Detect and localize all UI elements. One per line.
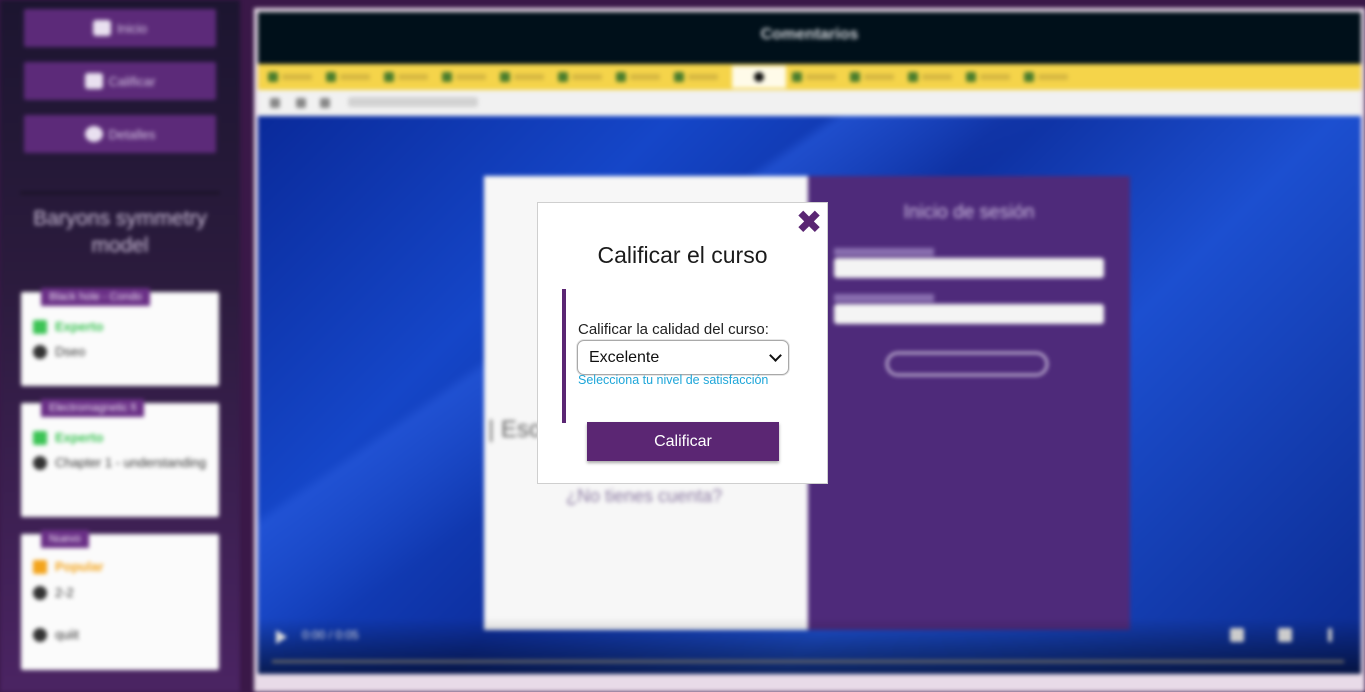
video-time: 0:00 / 0:05 — [302, 628, 359, 642]
submit-rating-button[interactable]: Calificar — [587, 422, 779, 461]
rate-quality-label: Calificar la calidad del curso: — [578, 321, 769, 338]
thumbs-up-icon — [84, 73, 103, 89]
back-icon — [270, 98, 280, 108]
browser-tab-active — [732, 66, 786, 88]
info-icon — [84, 126, 103, 142]
level-icon — [33, 560, 47, 574]
lesson-item-icon — [33, 628, 47, 642]
rate-course-modal: ✖ Calificar el curso Calificar la calida… — [537, 202, 828, 484]
lesson-item-icon — [33, 345, 47, 359]
course-title: Baryons symmetry model — [33, 207, 207, 257]
browser-tab — [850, 70, 902, 84]
sidebar-rate-button[interactable]: Calificar — [24, 62, 216, 100]
lesson-level: Experto — [33, 318, 213, 336]
login-panel-right: Inicio de sesión — [808, 176, 1130, 630]
lesson-item[interactable]: 2-2 — [33, 584, 213, 602]
lesson-item[interactable]: Chapter 1 - understanding — [33, 454, 213, 472]
lesson-card-tag: Electromagnetic fi — [41, 399, 145, 417]
browser-tab — [268, 70, 320, 84]
browser-tab — [1024, 70, 1076, 84]
modal-title: Calificar el curso — [597, 242, 768, 268]
browser-tab — [792, 70, 844, 84]
login-button — [886, 352, 1048, 376]
login-title: Inicio de sesión — [903, 202, 1035, 223]
more-options-icon[interactable] — [1328, 628, 1332, 642]
lesson-item-icon — [33, 586, 47, 600]
browser-tab — [674, 70, 726, 84]
browser-url — [348, 97, 478, 107]
lesson-item-label: Dseo — [55, 344, 86, 359]
sidebar-details-label: Detalles — [108, 126, 156, 142]
close-icon[interactable]: ✖ — [794, 206, 824, 238]
forward-icon — [296, 98, 306, 108]
modal-accent-bar — [562, 289, 566, 423]
lesson-card[interactable]: Electromagnetic fi Experto Chapter 1 - u… — [21, 399, 219, 517]
play-icon[interactable] — [276, 630, 287, 644]
reload-icon — [320, 98, 330, 108]
lesson-card-tag: Black hole - Condo — [41, 288, 150, 306]
lesson-item-label: Chapter 1 - understanding — [55, 455, 207, 470]
lesson-level: Experto — [33, 429, 213, 447]
signup-prompt: ¿No tienes cuenta? — [566, 486, 723, 506]
browser-address-bar — [258, 90, 1361, 116]
lesson-card-tag: Nuevo — [41, 530, 89, 548]
sidebar-rate-label: Calificar — [108, 73, 156, 89]
browser-tab — [616, 70, 668, 84]
level-icon — [33, 431, 47, 445]
video-progress-bar[interactable] — [272, 660, 1344, 663]
sidebar: Inicio Calificar Detalles Baryons symmet… — [0, 0, 240, 692]
browser-tab — [326, 70, 378, 84]
lesson-level: Popular — [33, 558, 213, 576]
rate-quality-select[interactable]: Excelente — [577, 340, 789, 375]
lesson-item[interactable]: Dseo — [33, 343, 213, 361]
browser-tab — [908, 70, 960, 84]
sidebar-home-label: Inicio — [116, 20, 148, 36]
lesson-card[interactable]: Black hole - Condo Experto Dseo — [21, 288, 219, 386]
lesson-item[interactable]: quiit — [33, 626, 213, 644]
chevron-down-icon — [769, 349, 782, 362]
browser-tab — [384, 70, 436, 84]
video-title: Comentarios — [760, 26, 859, 43]
home-icon — [92, 20, 111, 36]
level-icon — [33, 320, 47, 334]
login-heading: | Eso — [488, 416, 543, 443]
lesson-card[interactable]: Nuevo Popular 2-2 quiit — [21, 530, 219, 670]
lesson-level-label: Experto — [55, 430, 104, 445]
rate-quality-selected: Excelente — [589, 349, 660, 366]
lesson-item-label: 2-2 — [55, 585, 74, 600]
sidebar-divider — [20, 192, 220, 194]
rate-hint-text: Selecciona tu nivel de satisfacción — [578, 373, 769, 387]
browser-tab — [966, 70, 1018, 84]
lesson-level-label: Popular — [55, 559, 104, 574]
browser-tab — [442, 70, 494, 84]
browser-tab — [558, 70, 610, 84]
video-controls: 0:00 / 0:05 — [258, 618, 1361, 674]
fullscreen-icon[interactable] — [1278, 628, 1292, 642]
password-label — [834, 294, 934, 302]
lesson-item-icon — [33, 456, 47, 470]
browser-tab — [500, 70, 552, 84]
volume-icon[interactable] — [1230, 628, 1244, 642]
sidebar-details-button[interactable]: Detalles — [24, 115, 216, 153]
password-field — [834, 304, 1104, 324]
username-label — [834, 248, 934, 256]
browser-tab-strip — [258, 64, 1361, 90]
lesson-item-label: quiit — [55, 627, 79, 642]
sidebar-home-button[interactable]: Inicio — [24, 9, 216, 47]
lesson-level-label: Experto — [55, 319, 104, 334]
username-field — [834, 258, 1104, 278]
